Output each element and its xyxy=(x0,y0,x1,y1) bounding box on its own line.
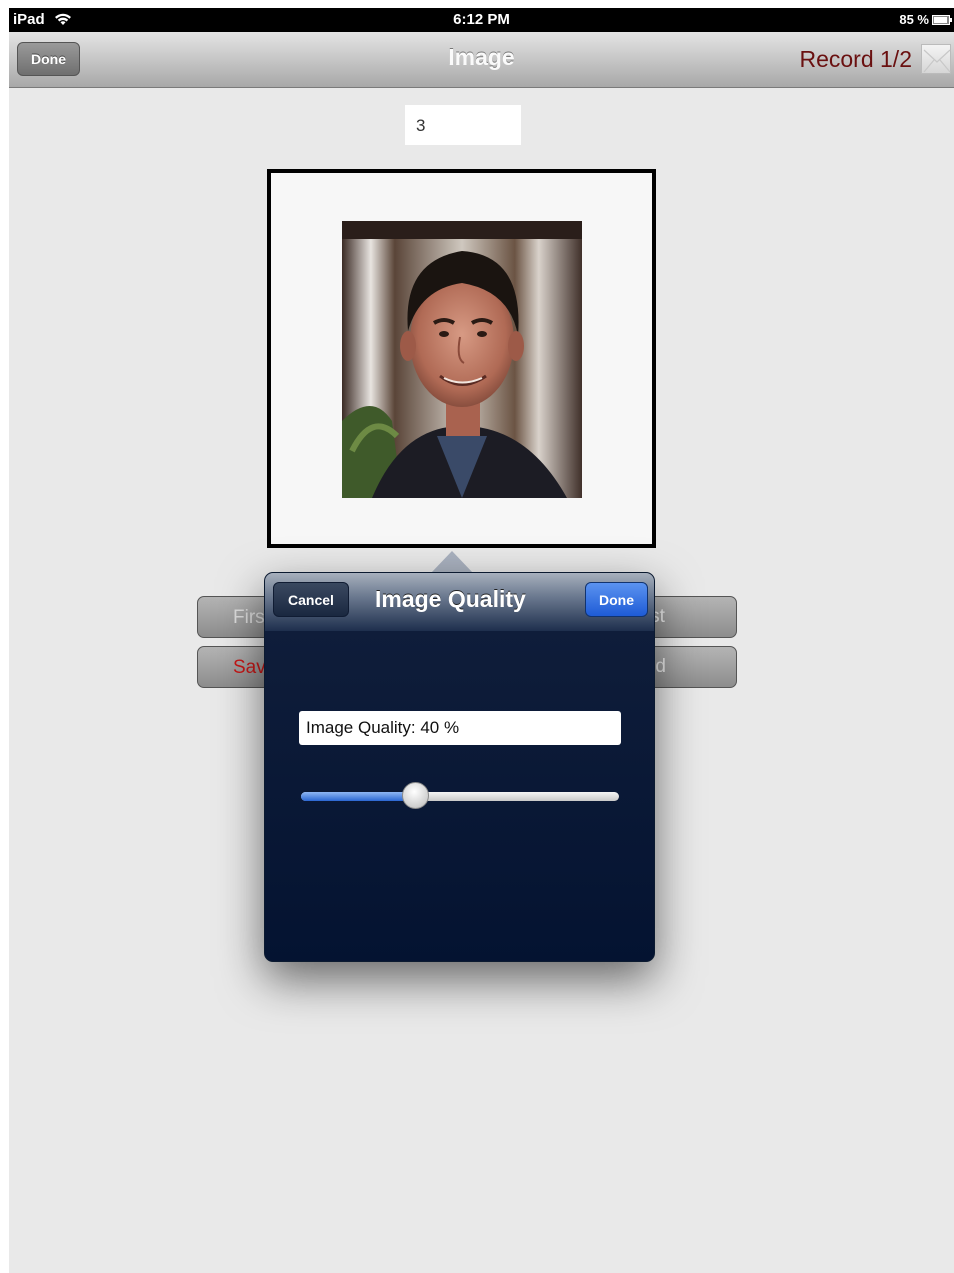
slider-track[interactable] xyxy=(301,792,619,801)
record-counter: Record 1/2 xyxy=(799,46,912,72)
image-container[interactable] xyxy=(267,169,656,548)
image-quality-popover: Cancel Image Quality Done Image Quality:… xyxy=(264,572,655,962)
battery-icon xyxy=(932,14,952,25)
record-number-field[interactable]: 3 xyxy=(405,105,521,145)
app-screen: iPad 6:12 PM 85 % Done Image Record 1/2 … xyxy=(9,8,954,1273)
navigation-bar: Done Image Record 1/2 xyxy=(9,32,954,88)
slider-fill xyxy=(301,792,415,801)
popover-arrow xyxy=(431,551,473,573)
popover-header: Cancel Image Quality Done xyxy=(265,573,654,631)
mail-icon[interactable] xyxy=(921,44,951,74)
popover-title: Image Quality xyxy=(375,586,526,612)
popover-body: Image Quality: 40 % xyxy=(265,631,654,961)
slider-thumb[interactable] xyxy=(402,782,429,809)
portrait-photo xyxy=(342,221,582,498)
cancel-button[interactable]: Cancel xyxy=(273,582,349,617)
quality-slider[interactable] xyxy=(301,779,619,813)
popover-done-button[interactable]: Done xyxy=(585,582,648,617)
image-quality-field[interactable]: Image Quality: 40 % xyxy=(299,711,621,745)
status-right: 85 % xyxy=(899,12,952,27)
battery-percent: 85 % xyxy=(899,12,929,27)
status-bar: iPad 6:12 PM 85 % xyxy=(9,8,954,32)
status-time: 6:12 PM xyxy=(453,11,510,28)
